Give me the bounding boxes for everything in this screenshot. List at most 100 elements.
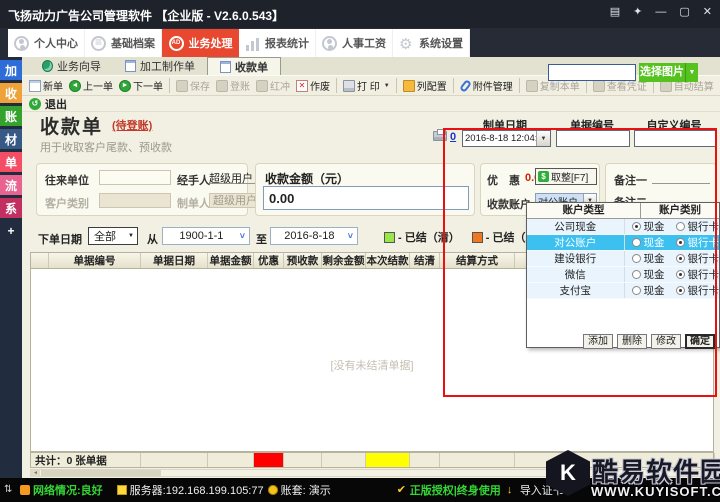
from-date-combo[interactable]: 1900-1-1 ˅ — [162, 227, 250, 245]
sidebar-tab[interactable]: 材 — [0, 129, 22, 149]
bank-card-radio-label: 银行卡 — [688, 267, 720, 282]
table-column-header[interactable]: 预收款 — [284, 253, 322, 268]
doc-date-value: 2016-8-18 12:04:52 — [463, 133, 536, 144]
toolbar-button[interactable]: 附件管理 — [457, 78, 520, 93]
remark1-input[interactable] — [652, 170, 710, 184]
sidebar-tab[interactable]: 账 — [0, 106, 22, 126]
toolbar-button[interactable]: 登账 — [213, 78, 253, 93]
choose-image-button[interactable]: 选择图片 — [639, 63, 685, 82]
from-label: 从 — [147, 231, 158, 247]
sidebar-tab[interactable]: + — [0, 221, 22, 241]
summary-cell — [410, 453, 440, 467]
doc-no-input[interactable] — [556, 130, 630, 147]
cash-radio-label: 现金 — [644, 251, 665, 266]
nav-item-label: 报表统计 — [265, 35, 309, 51]
print-icon[interactable] — [433, 131, 447, 141]
scroll-left-arrow-icon[interactable]: ◄ — [31, 470, 40, 476]
table-column-header[interactable] — [31, 253, 49, 268]
window-control-icon[interactable]: — — [655, 5, 666, 19]
attachment-count-link[interactable]: 0 — [450, 131, 456, 143]
cash-radio[interactable] — [632, 238, 641, 247]
table-column-header[interactable]: 单据编号 — [49, 253, 141, 268]
remark1-label: 备注一 — [614, 172, 647, 188]
sidebar-tab[interactable]: 流 — [0, 175, 22, 195]
cash-radio[interactable] — [632, 254, 641, 263]
nav-item[interactable]: 个人中心 — [8, 29, 85, 57]
left-sidebar: 加 收 账 材 单 流 系 + — [0, 57, 22, 478]
exit-button[interactable]: 退出 — [45, 96, 67, 112]
partner-input[interactable] — [99, 170, 171, 185]
to-date-combo[interactable]: 2016-8-18 ˅ — [270, 227, 358, 245]
import-cert-button[interactable]: ↓ 导入证书 — [507, 482, 564, 498]
cash-radio[interactable] — [632, 222, 641, 231]
scrollbar-thumb[interactable] — [41, 470, 161, 476]
toolbar-button-label: 附件管理 — [473, 78, 513, 93]
account-row[interactable]: 建设银行 现金 银行卡 — [527, 251, 719, 267]
nav-item[interactable]: 报表统计 — [239, 29, 316, 57]
doc-date-dropdown-arrow[interactable]: ▼ — [536, 131, 550, 146]
bank-card-radio[interactable] — [676, 238, 685, 247]
date-range-combo[interactable]: 全部 ▼ — [88, 227, 138, 245]
round-button[interactable]: $ 取整[F7] — [535, 168, 597, 185]
dropdown-action-button[interactable]: 确定 — [685, 334, 715, 349]
account-row[interactable]: 微信 现金 银行卡 — [527, 267, 719, 283]
toolbar-button[interactable]: 列配置 — [400, 78, 454, 93]
toolbar-button[interactable]: 红冲 — [253, 78, 293, 93]
dropdown-action-button[interactable]: 修改 — [651, 334, 681, 349]
toolbar-button[interactable]: 保存 — [173, 78, 213, 93]
sidebar-tab[interactable]: 收 — [0, 83, 22, 103]
bank-card-radio[interactable] — [676, 222, 685, 231]
toolbar-button[interactable]: 打 印 — [340, 78, 397, 93]
toolbar-button[interactable]: 新单 — [26, 78, 66, 93]
window-control-icon[interactable]: ✕ — [703, 5, 712, 19]
window-control-icon[interactable]: ✦ — [633, 5, 642, 19]
bank-card-radio[interactable] — [676, 286, 685, 295]
bank-card-radio[interactable] — [676, 270, 685, 279]
dropdown-action-button[interactable]: 添加 — [583, 334, 613, 349]
nav-item[interactable]: 基础档案 — [85, 29, 162, 57]
nav-item[interactable]: 业务处理 — [162, 29, 239, 57]
dropdown-action-button[interactable]: 删除 — [617, 334, 647, 349]
toolbar-button[interactable]: 下一单 — [116, 78, 170, 93]
sidebar-tab[interactable]: 单 — [0, 152, 22, 172]
toolbar-button[interactable]: 作废 — [293, 78, 337, 93]
account-row[interactable]: 公司现金 现金 银行卡 — [527, 219, 719, 235]
document-tab[interactable]: 业务向导 — [30, 57, 113, 75]
bank-card-radio[interactable] — [676, 254, 685, 263]
nav-item-label: 业务处理 — [189, 35, 233, 51]
table-column-header[interactable]: 本次结款 — [366, 253, 410, 268]
nav-item-icon — [245, 36, 260, 51]
account-row[interactable]: 对公账户 现金 银行卡 — [527, 235, 719, 251]
table-column-header[interactable]: 结算方式 — [440, 253, 515, 268]
sidebar-tab[interactable]: 加 — [0, 60, 22, 80]
toolbar-button-icon — [29, 80, 41, 92]
horizontal-scrollbar[interactable]: ◄ — [30, 469, 714, 477]
choose-image-dropdown-arrow[interactable]: ▼ — [685, 63, 698, 82]
cash-radio[interactable] — [632, 270, 641, 279]
toolbar-button-label: 保存 — [190, 78, 210, 93]
table-column-header[interactable]: 剩余金额 — [322, 253, 366, 268]
custom-no-input[interactable] — [634, 130, 716, 147]
sidebar-tab[interactable]: 系 — [0, 198, 22, 218]
amount-input[interactable]: 0.00 — [263, 186, 469, 210]
cash-radio[interactable] — [632, 286, 641, 295]
nav-item-icon — [91, 36, 106, 51]
image-search-input[interactable] — [548, 64, 636, 81]
table-column-header[interactable]: 结清 — [410, 253, 440, 268]
table-column-header[interactable]: 单据金额 — [208, 253, 254, 268]
toolbar-button-icon — [256, 80, 268, 92]
window-control-icon[interactable]: ▤ — [610, 5, 620, 19]
table-column-header[interactable]: 单据日期 — [141, 253, 208, 268]
nav-item[interactable]: 人事工资 — [316, 29, 393, 57]
nav-item[interactable]: 系统设置 — [393, 29, 470, 57]
toolbar-button[interactable]: 上一单 — [66, 78, 116, 93]
document-tab[interactable]: 加工制作单 — [113, 57, 207, 75]
account-row[interactable]: 支付宝 现金 银行卡 — [527, 283, 719, 299]
window-control-icon[interactable]: ▢ — [679, 5, 689, 19]
customer-type-field — [99, 193, 171, 208]
toolbar-button-icon — [119, 80, 131, 92]
doc-date-combo[interactable]: 2016-8-18 12:04:52 ▼ — [462, 130, 551, 147]
network-status: 网络情况:良好 — [20, 482, 103, 498]
table-column-header[interactable]: 优惠 — [254, 253, 284, 268]
document-tab[interactable]: 收款单 — [207, 57, 281, 75]
